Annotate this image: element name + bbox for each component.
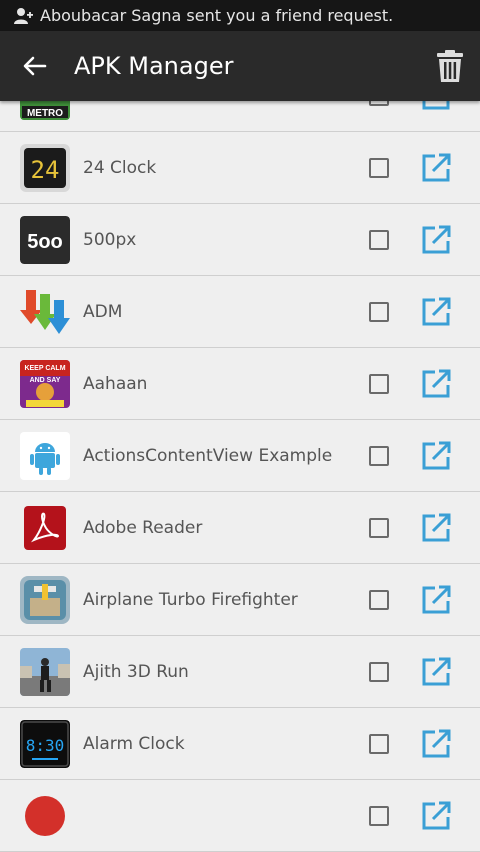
open-external-icon[interactable]: [420, 584, 452, 616]
list-item[interactable]: 24 24 Clock: [0, 132, 480, 204]
page-title: APK Manager: [74, 52, 234, 80]
list-item[interactable]: ADM: [0, 276, 480, 348]
list-item[interactable]: [0, 780, 480, 852]
aahaan-mid-text: AND SAY: [30, 377, 61, 384]
list-item[interactable]: ActionsContentView Example: [0, 420, 480, 492]
open-external-icon[interactable]: [420, 728, 452, 760]
list-item[interactable]: Ajith 3D Run: [0, 636, 480, 708]
open-external-icon[interactable]: [420, 296, 452, 328]
app-name: Ajith 3D Run: [83, 661, 189, 682]
app-icon-alarm-clock: 8:30: [20, 720, 70, 768]
app-icon-airplane-firefighter: [20, 576, 70, 624]
list-item[interactable]: 5oo 500px: [0, 204, 480, 276]
app-name: Aahaan: [83, 373, 148, 394]
friend-request-icon: [12, 5, 34, 27]
app-list: METRO 4 2048 24 24 Clock 5oo: [0, 60, 480, 852]
app-icon-adm: [20, 288, 70, 336]
select-checkbox[interactable]: [369, 229, 389, 250]
app-name: ActionsContentView Example: [83, 445, 333, 466]
open-external-icon[interactable]: [420, 368, 452, 400]
open-external-icon[interactable]: [420, 800, 452, 832]
list-item[interactable]: Airplane Turbo Firefighter: [0, 564, 480, 636]
trash-icon[interactable]: [434, 49, 466, 83]
app-name: Adobe Reader: [83, 517, 203, 538]
list-item[interactable]: KEEP CALM AND SAY Aahaan: [0, 348, 480, 420]
list-item[interactable]: 8:30 Alarm Clock: [0, 708, 480, 780]
select-checkbox[interactable]: [369, 733, 389, 754]
open-external-icon[interactable]: [420, 152, 452, 184]
back-arrow-icon[interactable]: [20, 51, 50, 81]
app-name: 24 Clock: [83, 157, 157, 178]
open-external-icon[interactable]: [420, 440, 452, 472]
app-icon-partial: [20, 792, 70, 840]
app-name: ADM: [83, 301, 123, 322]
app-name: Airplane Turbo Firefighter: [83, 589, 298, 610]
select-checkbox[interactable]: [369, 589, 389, 610]
status-bar: Aboubacar Sagna sent you a friend reques…: [0, 0, 480, 31]
app-icon-500px: 5oo: [20, 216, 70, 264]
app-name: Alarm Clock: [83, 733, 185, 754]
metro-label: METRO: [27, 108, 63, 119]
app-icon-ajith-run: [20, 648, 70, 696]
clock-digits: 24: [31, 156, 60, 184]
app-name: 500px: [83, 229, 137, 250]
app-icon-24-clock: 24: [20, 144, 70, 192]
open-external-icon[interactable]: [420, 512, 452, 544]
px-logo: 5oo: [27, 231, 63, 253]
select-checkbox[interactable]: [369, 301, 389, 322]
open-external-icon[interactable]: [420, 224, 452, 256]
select-checkbox[interactable]: [369, 445, 389, 466]
select-checkbox[interactable]: [369, 373, 389, 394]
alarm-time: 8:30: [26, 736, 65, 755]
app-icon-android: [20, 432, 70, 480]
open-external-icon[interactable]: [420, 656, 452, 688]
app-icon-aahaan: KEEP CALM AND SAY: [20, 360, 70, 408]
select-checkbox[interactable]: [369, 661, 389, 682]
select-checkbox[interactable]: [369, 517, 389, 538]
aahaan-top-text: KEEP CALM: [24, 365, 65, 372]
select-checkbox[interactable]: [369, 157, 389, 178]
select-checkbox[interactable]: [369, 805, 389, 826]
app-bar: APK Manager: [0, 31, 480, 101]
app-icon-adobe-reader: [20, 504, 70, 552]
notification-text: Aboubacar Sagna sent you a friend reques…: [40, 6, 394, 25]
list-item[interactable]: Adobe Reader: [0, 492, 480, 564]
